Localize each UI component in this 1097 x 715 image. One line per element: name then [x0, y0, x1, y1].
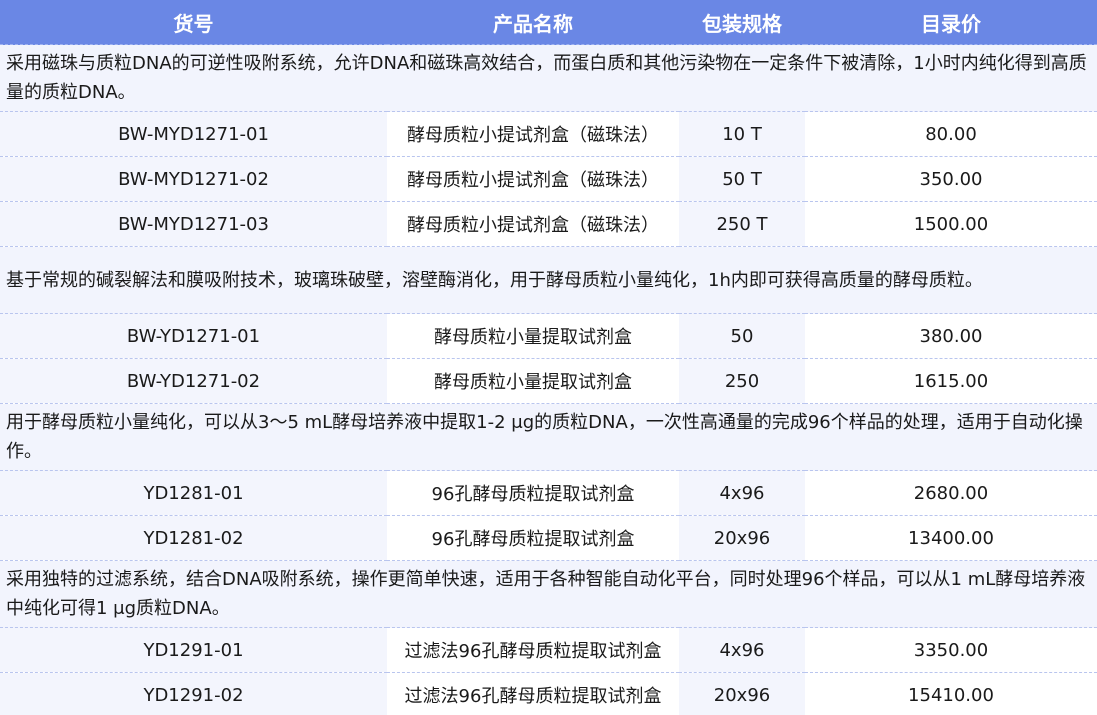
table-row: BW-MYD1271-01 酵母质粒小提试剂盒（磁珠法） 10 T 80.00 — [0, 111, 1097, 157]
table-row: YD1281-01 96孔酵母质粒提取试剂盒 4x96 2680.00 — [0, 470, 1097, 516]
group-description-row: 基于常规的碱裂解法和膜吸附技术，玻璃珠破壁，溶壁酶消化，用于酵母质粒小量纯化，1… — [0, 246, 1097, 314]
table-row: YD1291-01 过滤法96孔酵母质粒提取试剂盒 4x96 3350.00 — [0, 627, 1097, 673]
table-body: 采用磁珠与质粒DNA的可逆性吸附系统，允许DNA和磁珠高效结合，而蛋白质和其他污… — [0, 44, 1097, 715]
cell-product-name: 酵母质粒小提试剂盒（磁珠法） — [387, 156, 679, 202]
cell-code: YD1281-02 — [0, 515, 387, 561]
cell-product-name: 过滤法96孔酵母质粒提取试剂盒 — [387, 627, 679, 673]
cell-catalog-price: 350.00 — [805, 156, 1097, 202]
cell-product-name: 酵母质粒小量提取试剂盒 — [387, 313, 679, 359]
group-description: 基于常规的碱裂解法和膜吸附技术，玻璃珠破壁，溶壁酶消化，用于酵母质粒小量纯化，1… — [0, 246, 1097, 314]
header-row: 货号 产品名称 包装规格 目录价 — [0, 0, 1097, 45]
cell-catalog-price: 80.00 — [805, 111, 1097, 157]
table-row: YD1281-02 96孔酵母质粒提取试剂盒 20x96 13400.00 — [0, 515, 1097, 561]
cell-code: BW-MYD1271-03 — [0, 201, 387, 247]
cell-catalog-price: 1500.00 — [805, 201, 1097, 247]
cell-catalog-price: 13400.00 — [805, 515, 1097, 561]
cell-code: YD1281-01 — [0, 470, 387, 516]
cell-catalog-price: 380.00 — [805, 313, 1097, 359]
table-row: BW-MYD1271-02 酵母质粒小提试剂盒（磁珠法） 50 T 350.00 — [0, 156, 1097, 202]
table-row: BW-MYD1271-03 酵母质粒小提试剂盒（磁珠法） 250 T 1500.… — [0, 201, 1097, 247]
header-code: 货号 — [0, 0, 387, 45]
cell-catalog-price: 2680.00 — [805, 470, 1097, 516]
cell-catalog-price: 3350.00 — [805, 627, 1097, 673]
table-row: BW-YD1271-01 酵母质粒小量提取试剂盒 50 380.00 — [0, 313, 1097, 359]
group-description: 采用独特的过滤系统，结合DNA吸附系统，操作更简单快速，适用于各种智能自动化平台… — [0, 560, 1097, 628]
cell-product-name: 96孔酵母质粒提取试剂盒 — [387, 470, 679, 516]
cell-product-name: 酵母质粒小量提取试剂盒 — [387, 358, 679, 404]
table-header: 货号 产品名称 包装规格 目录价 — [0, 0, 1097, 45]
cell-product-name: 酵母质粒小提试剂盒（磁珠法） — [387, 111, 679, 157]
cell-code: YD1291-01 — [0, 627, 387, 673]
cell-package-spec: 10 T — [679, 111, 805, 157]
cell-code: BW-YD1271-02 — [0, 358, 387, 404]
header-catalog-price: 目录价 — [805, 0, 1097, 45]
group-description-row: 用于酵母质粒小量纯化，可以从3～5 mL酵母培养液中提取1-2 μg的质粒DNA… — [0, 403, 1097, 471]
product-catalog-table: 货号 产品名称 包装规格 目录价 采用磁珠与质粒DNA的可逆性吸附系统，允许DN… — [0, 0, 1097, 715]
cell-code: BW-MYD1271-02 — [0, 156, 387, 202]
table-row: YD1291-02 过滤法96孔酵母质粒提取试剂盒 20x96 15410.00 — [0, 672, 1097, 715]
cell-package-spec: 20x96 — [679, 672, 805, 715]
cell-code: BW-MYD1271-01 — [0, 111, 387, 157]
cell-package-spec: 50 T — [679, 156, 805, 202]
table-row: BW-YD1271-02 酵母质粒小量提取试剂盒 250 1615.00 — [0, 358, 1097, 404]
cell-catalog-price: 1615.00 — [805, 358, 1097, 404]
cell-code: BW-YD1271-01 — [0, 313, 387, 359]
cell-product-name: 96孔酵母质粒提取试剂盒 — [387, 515, 679, 561]
group-description-row: 采用磁珠与质粒DNA的可逆性吸附系统，允许DNA和磁珠高效结合，而蛋白质和其他污… — [0, 44, 1097, 112]
cell-package-spec: 4x96 — [679, 627, 805, 673]
group-description: 用于酵母质粒小量纯化，可以从3～5 mL酵母培养液中提取1-2 μg的质粒DNA… — [0, 403, 1097, 471]
cell-catalog-price: 15410.00 — [805, 672, 1097, 715]
cell-package-spec: 250 T — [679, 201, 805, 247]
group-description: 采用磁珠与质粒DNA的可逆性吸附系统，允许DNA和磁珠高效结合，而蛋白质和其他污… — [0, 44, 1097, 112]
group-description-row: 采用独特的过滤系统，结合DNA吸附系统，操作更简单快速，适用于各种智能自动化平台… — [0, 560, 1097, 628]
cell-package-spec: 4x96 — [679, 470, 805, 516]
cell-package-spec: 20x96 — [679, 515, 805, 561]
cell-package-spec: 50 — [679, 313, 805, 359]
header-package-spec: 包装规格 — [679, 0, 805, 45]
header-product-name: 产品名称 — [387, 0, 679, 45]
cell-product-name: 过滤法96孔酵母质粒提取试剂盒 — [387, 672, 679, 715]
cell-product-name: 酵母质粒小提试剂盒（磁珠法） — [387, 201, 679, 247]
cell-package-spec: 250 — [679, 358, 805, 404]
cell-code: YD1291-02 — [0, 672, 387, 715]
